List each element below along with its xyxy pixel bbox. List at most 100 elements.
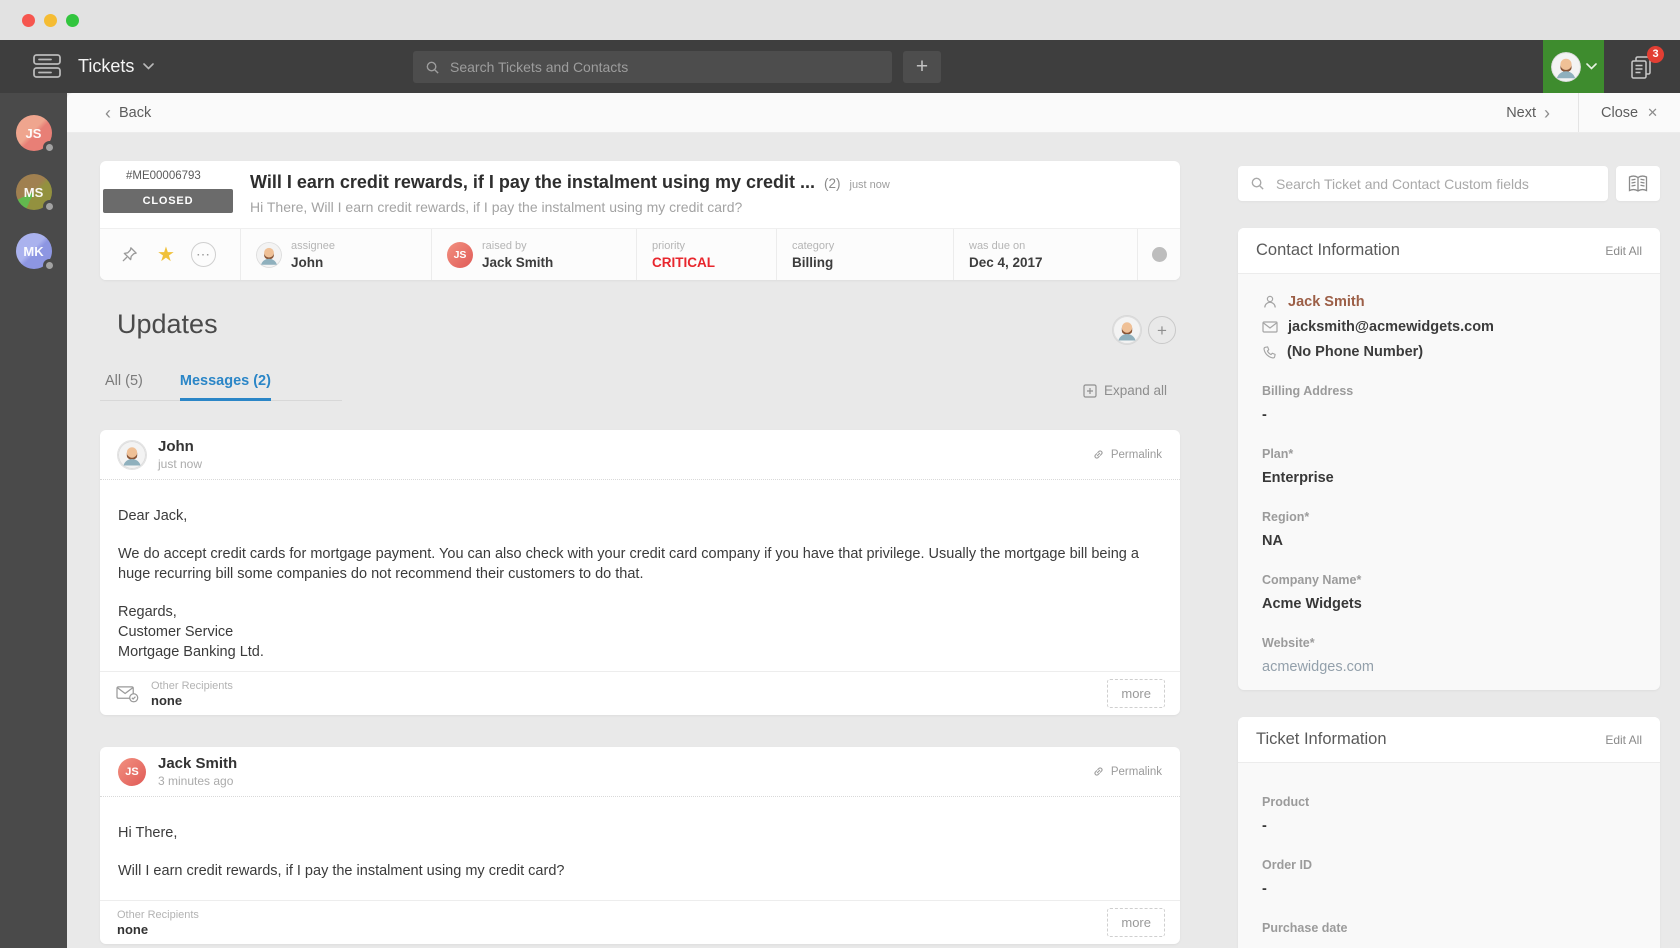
search-icon — [1251, 177, 1264, 190]
priority-value: CRITICAL — [652, 254, 715, 270]
contact-email-row[interactable]: jacksmith@acmewidgets.com — [1262, 319, 1636, 335]
module-switcher[interactable]: Tickets — [78, 40, 155, 93]
message-card-john: John just now Permalink Dear Jack, We do… — [100, 430, 1180, 715]
content-area: More Actions #ME00006793 CLOSED Will I e… — [67, 133, 1680, 948]
window-zoom-button[interactable] — [66, 13, 79, 27]
meta-priority[interactable]: priority CRITICAL — [636, 229, 776, 280]
agent-rail: JS MS MK — [0, 93, 67, 948]
field-label: Website* — [1262, 636, 1315, 650]
field-label: Plan* — [1262, 447, 1294, 461]
agent-avatar-ms[interactable]: MS — [15, 174, 56, 213]
agent-initials: MK — [23, 243, 44, 259]
search-icon — [426, 61, 439, 74]
message-paragraph: We do accept credit cards for mortgage p… — [118, 546, 1139, 582]
meta-category[interactable]: category Billing — [776, 229, 953, 280]
field-value[interactable]: acmewidges.com — [1262, 659, 1636, 675]
tab-all[interactable]: All (5) — [105, 373, 143, 389]
field-label: Region* — [1262, 510, 1310, 524]
meta-extra[interactable] — [1137, 229, 1180, 280]
more-options-button[interactable]: ⋯ — [186, 238, 220, 272]
expand-all-label: Expand all — [1104, 383, 1168, 398]
contact-avatar: JS — [447, 241, 473, 268]
meta-raised-by[interactable]: JS raised by Jack Smith — [431, 229, 636, 280]
participant-avatar[interactable] — [1113, 316, 1141, 344]
expand-all-button[interactable]: Expand all — [1083, 383, 1167, 398]
user-menu[interactable] — [1543, 40, 1604, 93]
notifications-button[interactable]: 3 — [1622, 46, 1664, 84]
ticket-title[interactable]: Will I earn credit rewards, if I pay the… — [250, 172, 815, 193]
back-button[interactable]: ‹ Back — [105, 104, 151, 122]
pin-button[interactable] — [112, 238, 146, 272]
ticket-time: just now — [849, 179, 890, 191]
other-recipients-value: none — [117, 921, 149, 937]
close-ticket-button[interactable]: Close ✕ — [1579, 105, 1680, 121]
more-button[interactable]: more — [1107, 679, 1165, 708]
field-region[interactable]: Region* NA — [1262, 510, 1636, 549]
contact-edit-all-button[interactable]: Edit All — [1605, 244, 1642, 258]
assignee-label: assignee — [291, 239, 336, 252]
due-label: was due on — [969, 239, 1026, 252]
agent-avatar-js[interactable]: JS — [15, 115, 56, 154]
permalink-label: Permalink — [1110, 448, 1162, 461]
signature-line: Customer Service — [118, 624, 234, 640]
module-label: Tickets — [78, 56, 135, 76]
tab-messages[interactable]: Messages (2) — [179, 373, 272, 401]
meta-assignee[interactable]: assignee John — [240, 229, 431, 280]
field-label: Billing Address — [1262, 384, 1354, 398]
field-plan[interactable]: Plan* Enterprise — [1262, 447, 1636, 486]
close-icon: ✕ — [1647, 104, 1658, 120]
contact-information-card: Contact Information Edit All Jack Smith … — [1238, 228, 1660, 690]
agent-initials: JS — [25, 125, 42, 141]
star-icon: ★ — [157, 244, 175, 266]
window-close-button[interactable] — [22, 13, 35, 27]
updates-heading: Updates — [117, 309, 218, 339]
other-recipients-label: Other Recipients — [117, 908, 199, 921]
back-label: Back — [119, 104, 152, 121]
contact-name-row[interactable]: Jack Smith — [1262, 294, 1636, 310]
tickets-module-icon[interactable] — [30, 51, 64, 82]
message-header: John just now Permalink — [100, 430, 1180, 480]
contact-phone-row[interactable]: (No Phone Number) — [1262, 344, 1636, 360]
global-search-input[interactable] — [450, 59, 880, 75]
field-purchase-date[interactable]: Purchase date — [1262, 921, 1636, 935]
meta-due-date[interactable]: was due on Dec 4, 2017 — [953, 229, 1137, 280]
field-product[interactable]: Product - — [1262, 795, 1636, 834]
message-header: JS Jack Smith 3 minutes ago Permalink — [100, 747, 1180, 797]
field-company-name[interactable]: Company Name* Acme Widgets — [1262, 573, 1636, 612]
field-billing-address[interactable]: Billing Address - — [1262, 384, 1636, 423]
ticket-edit-all-button[interactable]: Edit All — [1605, 733, 1642, 747]
permalink-button[interactable]: Permalink — [1092, 448, 1162, 461]
field-value: Acme Widgets — [1262, 596, 1362, 612]
link-icon — [1094, 450, 1103, 459]
contact-name[interactable]: Jack Smith — [1288, 294, 1365, 310]
field-website[interactable]: Website* acmewidges.com — [1262, 636, 1636, 675]
field-order-id[interactable]: Order ID - — [1262, 858, 1636, 897]
status-dot — [42, 259, 56, 272]
category-label: category — [792, 239, 835, 252]
field-value: Enterprise — [1262, 470, 1334, 486]
ticket-status-badge: CLOSED — [103, 189, 233, 213]
message-author: Jack Smith — [158, 755, 238, 772]
fields-layout-button[interactable] — [1616, 166, 1660, 201]
message-card-jack-smith: JS Jack Smith 3 minutes ago Permalink Hi… — [100, 747, 1180, 944]
window-minimize-button[interactable] — [44, 13, 57, 27]
permalink-label: Permalink — [1110, 765, 1162, 778]
agent-initials: MS — [23, 184, 44, 200]
recipients-envelope-icon — [116, 686, 139, 703]
contact-email[interactable]: jacksmith@acmewidgets.com — [1288, 319, 1494, 335]
permalink-button[interactable]: Permalink — [1092, 765, 1162, 778]
custom-fields-search-input[interactable] — [1276, 175, 1596, 192]
add-ticket-button[interactable]: + — [903, 51, 941, 83]
ticket-info-title: Ticket Information — [1256, 730, 1387, 748]
author-avatar — [118, 440, 146, 469]
agent-avatar-mk[interactable]: MK — [15, 233, 56, 272]
ellipsis-icon: ⋯ — [190, 242, 216, 267]
category-value: Billing — [792, 254, 834, 270]
field-value: - — [1262, 818, 1267, 834]
more-button[interactable]: more — [1107, 908, 1165, 937]
add-participant-button[interactable]: + — [1148, 316, 1176, 344]
star-button[interactable]: ★ — [149, 238, 183, 272]
next-button[interactable]: Next › — [1506, 104, 1578, 122]
message-paragraph: Will I earn credit rewards, if I pay the… — [118, 863, 565, 879]
more-actions-button[interactable]: More Actions — [1082, 133, 1157, 137]
